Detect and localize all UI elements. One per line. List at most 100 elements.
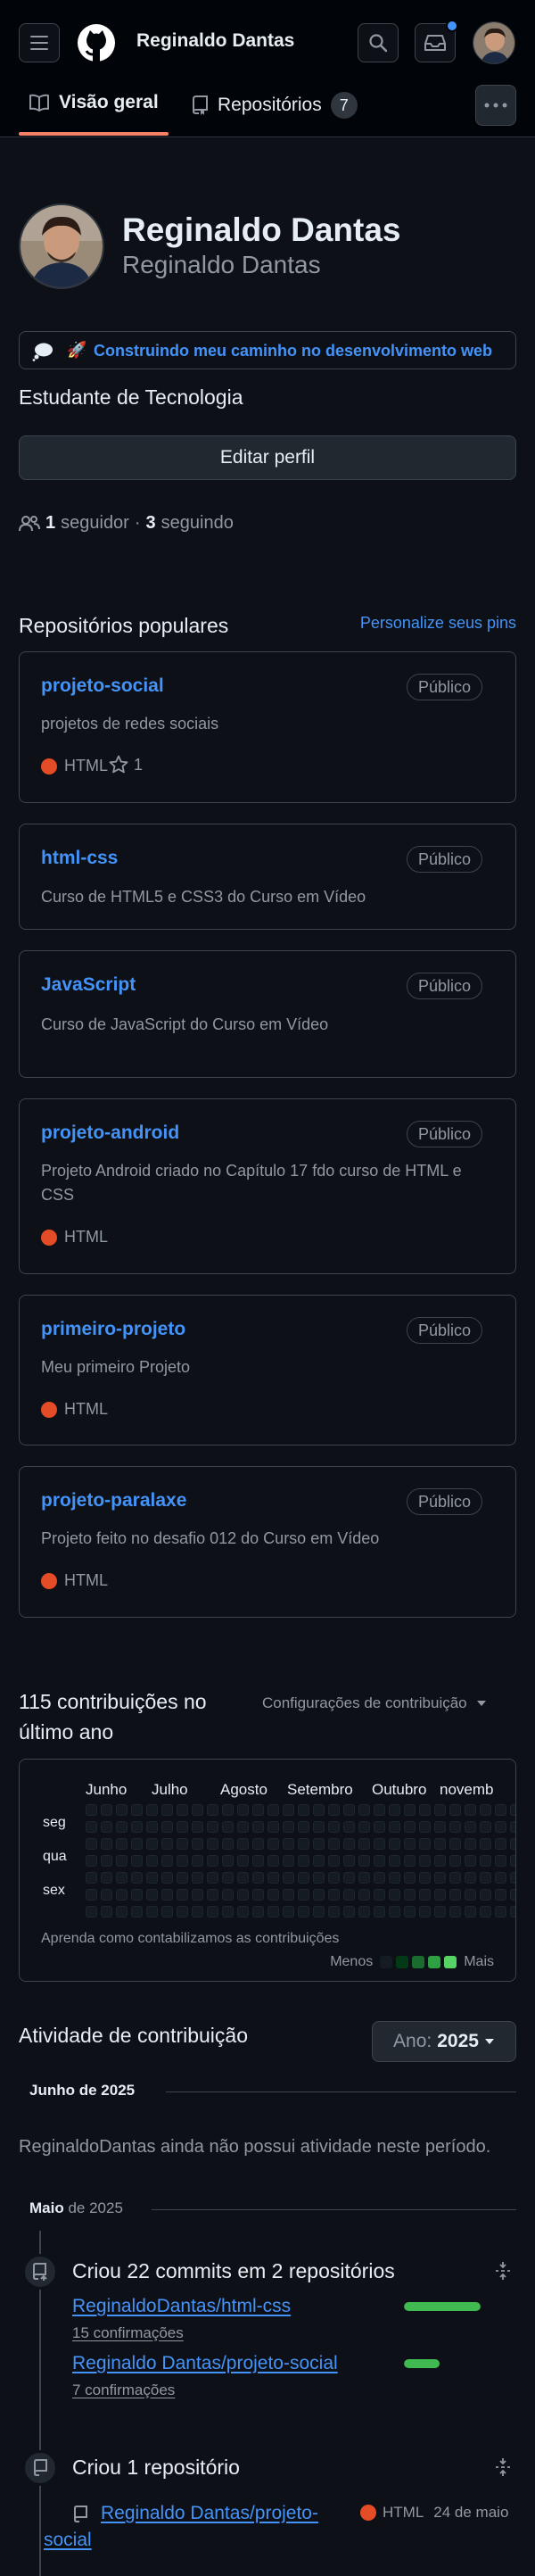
contribution-day-cell[interactable]	[298, 1838, 309, 1850]
contribution-day-cell[interactable]	[358, 1838, 370, 1850]
contribution-day-cell[interactable]	[146, 1906, 158, 1918]
fold-toggle[interactable]	[494, 2457, 512, 2481]
contribution-day-cell[interactable]	[116, 1804, 128, 1816]
contribution-day-cell[interactable]	[495, 1872, 506, 1884]
contribution-day-cell[interactable]	[161, 1906, 173, 1918]
contribution-day-cell[interactable]	[298, 1821, 309, 1833]
header-username[interactable]: Reginaldo Dantas	[136, 30, 294, 52]
user-avatar-small[interactable]	[473, 21, 515, 64]
created-repo-name-line1[interactable]: Reginaldo Dantas/projeto-	[101, 2503, 318, 2523]
contribution-day-cell[interactable]	[328, 1906, 340, 1918]
contribution-day-cell[interactable]	[207, 1906, 218, 1918]
contribution-day-cell[interactable]	[434, 1804, 446, 1816]
contribution-day-cell[interactable]	[434, 1855, 446, 1867]
fold-toggle[interactable]	[494, 2261, 512, 2285]
contribution-day-cell[interactable]	[252, 1889, 264, 1901]
contribution-day-cell[interactable]	[389, 1906, 400, 1918]
contribution-day-cell[interactable]	[480, 1821, 491, 1833]
repo-name-link[interactable]: projeto-paralaxe	[41, 1490, 186, 1512]
profile-avatar[interactable]	[19, 203, 104, 289]
learn-contributions-link[interactable]: Aprenda como contabilizamos as contribui…	[41, 1931, 339, 1947]
contribution-day-cell[interactable]	[268, 1821, 279, 1833]
contribution-day-cell[interactable]	[358, 1889, 370, 1901]
contribution-day-cell[interactable]	[86, 1821, 97, 1833]
contribution-day-cell[interactable]	[222, 1872, 234, 1884]
contribution-day-cell[interactable]	[192, 1855, 203, 1867]
contribution-day-cell[interactable]	[177, 1855, 188, 1867]
contribution-day-cell[interactable]	[237, 1855, 249, 1867]
contribution-day-cell[interactable]	[116, 1838, 128, 1850]
contribution-day-cell[interactable]	[86, 1872, 97, 1884]
followers-count[interactable]: 1	[45, 513, 55, 534]
contribution-day-cell[interactable]	[222, 1804, 234, 1816]
contribution-day-cell[interactable]	[419, 1855, 431, 1867]
contribution-day-cell[interactable]	[404, 1889, 416, 1901]
contribution-day-cell[interactable]	[161, 1838, 173, 1850]
contribution-day-cell[interactable]	[116, 1889, 128, 1901]
contribution-day-cell[interactable]	[146, 1821, 158, 1833]
contribution-day-cell[interactable]	[222, 1889, 234, 1901]
contribution-day-cell[interactable]	[328, 1889, 340, 1901]
contribution-day-cell[interactable]	[404, 1855, 416, 1867]
contribution-day-cell[interactable]	[86, 1838, 97, 1850]
commit-repo-name[interactable]: ReginaldoDantas/html-css	[72, 2296, 291, 2316]
contribution-day-cell[interactable]	[343, 1872, 355, 1884]
contribution-day-cell[interactable]	[207, 1889, 218, 1901]
contribution-day-cell[interactable]	[252, 1804, 264, 1816]
followers-label[interactable]: seguidor	[61, 513, 129, 534]
contribution-day-cell[interactable]	[207, 1872, 218, 1884]
contribution-day-cell[interactable]	[343, 1855, 355, 1867]
contribution-day-cell[interactable]	[207, 1821, 218, 1833]
contribution-day-cell[interactable]	[237, 1838, 249, 1850]
contribution-day-cell[interactable]	[465, 1855, 476, 1867]
contribution-day-cell[interactable]	[374, 1872, 385, 1884]
contribution-day-cell[interactable]	[374, 1821, 385, 1833]
contribution-day-cell[interactable]	[389, 1889, 400, 1901]
contribution-day-cell[interactable]	[131, 1872, 143, 1884]
year-select-button[interactable]: Ano: 2025	[372, 2021, 516, 2062]
contribution-day-cell[interactable]	[313, 1838, 325, 1850]
contribution-day-cell[interactable]	[101, 1889, 112, 1901]
contribution-day-cell[interactable]	[510, 1804, 515, 1816]
contribution-day-cell[interactable]	[374, 1906, 385, 1918]
contribution-day-cell[interactable]	[298, 1906, 309, 1918]
contribution-day-cell[interactable]	[116, 1821, 128, 1833]
contribution-day-cell[interactable]	[86, 1855, 97, 1867]
contribution-day-cell[interactable]	[313, 1889, 325, 1901]
contribution-day-cell[interactable]	[434, 1838, 446, 1850]
contribution-day-cell[interactable]	[495, 1821, 506, 1833]
contribution-day-cell[interactable]	[237, 1804, 249, 1816]
commit-count-link[interactable]: 7 confirmações	[72, 2381, 175, 2399]
contribution-day-cell[interactable]	[510, 1855, 515, 1867]
commit-repo-link[interactable]: ReginaldoDantas/html-css	[72, 2296, 291, 2317]
contribution-day-cell[interactable]	[419, 1889, 431, 1901]
contribution-day-cell[interactable]	[161, 1889, 173, 1901]
contribution-day-cell[interactable]	[328, 1804, 340, 1816]
contribution-day-cell[interactable]	[252, 1906, 264, 1918]
contribution-day-cell[interactable]	[313, 1821, 325, 1833]
contribution-day-cell[interactable]	[268, 1906, 279, 1918]
repo-name-link[interactable]: html-css	[41, 848, 118, 869]
contribution-day-cell[interactable]	[434, 1889, 446, 1901]
contribution-day-cell[interactable]	[465, 1889, 476, 1901]
more-tabs-button[interactable]	[475, 85, 516, 126]
contribution-day-cell[interactable]	[283, 1821, 294, 1833]
commit-repo-name[interactable]: Reginaldo Dantas/projeto-social	[72, 2353, 338, 2373]
contribution-day-cell[interactable]	[480, 1872, 491, 1884]
contribution-day-cell[interactable]	[480, 1889, 491, 1901]
contribution-day-cell[interactable]	[358, 1906, 370, 1918]
contribution-day-cell[interactable]	[358, 1855, 370, 1867]
contribution-day-cell[interactable]	[404, 1906, 416, 1918]
contribution-day-cell[interactable]	[510, 1889, 515, 1901]
contribution-day-cell[interactable]	[465, 1821, 476, 1833]
contribution-day-cell[interactable]	[101, 1906, 112, 1918]
contribution-day-cell[interactable]	[268, 1838, 279, 1850]
contribution-day-cell[interactable]	[192, 1821, 203, 1833]
contribution-day-cell[interactable]	[343, 1804, 355, 1816]
contribution-day-cell[interactable]	[510, 1872, 515, 1884]
contribution-day-cell[interactable]	[146, 1872, 158, 1884]
contribution-day-cell[interactable]	[283, 1906, 294, 1918]
contribution-day-cell[interactable]	[222, 1906, 234, 1918]
contribution-day-cell[interactable]	[177, 1804, 188, 1816]
contribution-day-cell[interactable]	[358, 1804, 370, 1816]
